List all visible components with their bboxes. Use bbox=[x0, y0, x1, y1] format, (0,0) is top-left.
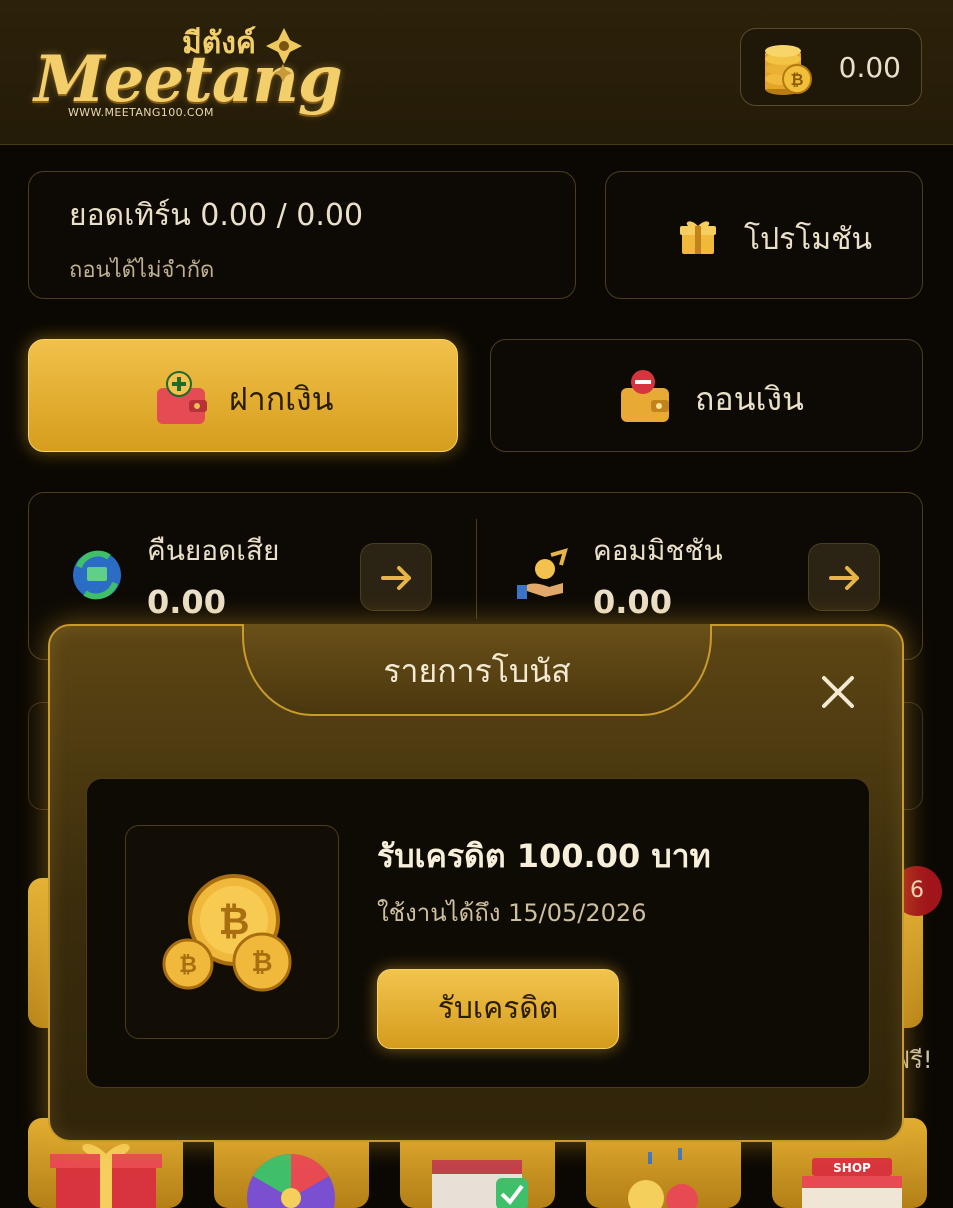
close-icon[interactable] bbox=[816, 670, 860, 714]
cashback-value: 0.00 bbox=[147, 583, 226, 621]
wallet-plus-icon bbox=[157, 371, 207, 424]
bonus-item: ₿ ₿ ₿ รับเครดิต 100.00 บาท ใช้งานได้ถึง … bbox=[86, 778, 870, 1088]
withdraw-button[interactable]: ถอนเงิน bbox=[490, 339, 923, 452]
turnover-label: ยอดเทิร์น 0.00 / 0.00 bbox=[69, 198, 364, 233]
bonus-title: รับเครดิต 100.00 บาท bbox=[377, 837, 711, 875]
commission-label: คอมมิชชัน bbox=[593, 534, 723, 567]
commission-icon bbox=[517, 548, 568, 599]
withdraw-label: ถอนเงิน bbox=[695, 380, 804, 418]
svg-text:₿: ₿ bbox=[790, 70, 803, 89]
bonus-image: ₿ ₿ ₿ bbox=[125, 825, 339, 1039]
bitcoin-coins-icon: ₿ ₿ ₿ bbox=[162, 874, 292, 992]
bitcoin-coins-icon: ₿ bbox=[765, 45, 812, 95]
cashback-arrow-button[interactable] bbox=[360, 543, 432, 611]
svg-text:SHOP: SHOP bbox=[833, 1161, 871, 1175]
commission-value: 0.00 bbox=[593, 583, 672, 621]
wallet-amount: 0.00 bbox=[838, 51, 901, 84]
modal-title: รายการโบนัส bbox=[383, 652, 571, 690]
svg-text:₿: ₿ bbox=[251, 948, 272, 978]
header: Meetang มีตังค์ WWW.MEETANG100.COM ₿ 0.0… bbox=[0, 0, 953, 145]
wallet-minus-icon bbox=[621, 370, 669, 422]
logo[interactable]: Meetang มีตังค์ WWW.MEETANG100.COM bbox=[34, 26, 343, 126]
deposit-button[interactable]: ฝากเงิน bbox=[28, 339, 458, 452]
cashback-label: คืนยอดเสีย bbox=[147, 534, 280, 567]
gift-icon bbox=[680, 221, 716, 254]
modal-title-tab: รายการโบนัส bbox=[242, 624, 712, 716]
arrow-right-icon bbox=[829, 566, 859, 590]
deposit-label: ฝากเงิน bbox=[229, 380, 334, 418]
ornament-small-icon bbox=[274, 64, 292, 82]
arrow-right-icon bbox=[381, 566, 411, 590]
turnover-sub: ถอนได้ไม่จำกัด bbox=[69, 258, 215, 283]
svg-text:₿: ₿ bbox=[219, 899, 250, 943]
claim-credit-button[interactable]: รับเครดิต bbox=[377, 969, 619, 1049]
wallet-balance[interactable]: ₿ 0.00 bbox=[740, 28, 922, 106]
promotion-button[interactable]: โปรโมชัน bbox=[605, 171, 923, 299]
promotion-label: โปรโมชัน bbox=[744, 222, 873, 257]
commission-arrow-button[interactable] bbox=[808, 543, 880, 611]
bonus-expiry: ใช้งานได้ถึง 15/05/2026 bbox=[377, 899, 647, 927]
logo-thai-text: มีตังค์ bbox=[182, 26, 256, 61]
cashback-icon bbox=[73, 550, 121, 600]
turnover-card: ยอดเทิร์น 0.00 / 0.00 ถอนได้ไม่จำกัด bbox=[28, 171, 576, 299]
stats-divider bbox=[476, 519, 477, 619]
logo-url: WWW.MEETANG100.COM bbox=[68, 106, 214, 119]
ornament-icon bbox=[266, 28, 302, 64]
svg-text:₿: ₿ bbox=[179, 953, 197, 978]
bonus-modal: รายการโบนัส ₿ ₿ ₿ รับเครดิต 100.00 บาท ใ… bbox=[48, 624, 904, 1142]
